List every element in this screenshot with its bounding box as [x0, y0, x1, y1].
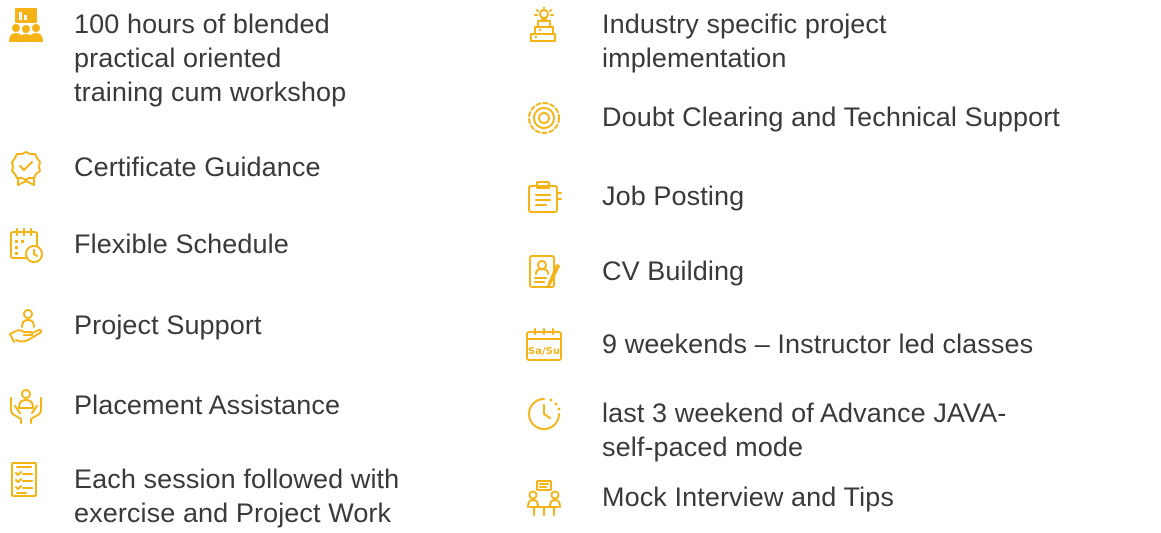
- feature-weekends: Sa/Su 9 weekends – Instructor led classe…: [526, 327, 1033, 363]
- feature-placement: Placement Assistance: [8, 388, 340, 424]
- job-clipboard-icon: [526, 179, 562, 215]
- calendar-clock-icon: [8, 227, 44, 263]
- feature-flexible-schedule: Flexible Schedule: [8, 227, 289, 263]
- feature-project-support: Project Support: [8, 308, 262, 344]
- feature-mock-interview: Mock Interview and Tips: [526, 480, 894, 516]
- clock-icon: [526, 396, 562, 432]
- group-training-icon: [8, 7, 44, 43]
- certificate-badge-icon: [8, 150, 44, 186]
- placement-hands-icon: [8, 388, 44, 424]
- feature-label: last 3 weekend of Advance JAVA- self-pac…: [602, 398, 1007, 462]
- feature-label: CV Building: [602, 256, 745, 286]
- weekend-calendar-icon: Sa/Su: [526, 327, 562, 363]
- cv-document-icon: [526, 254, 562, 290]
- feature-label: Certificate Guidance: [74, 152, 321, 182]
- feature-label: 9 weekends – Instructor led classes: [602, 329, 1034, 359]
- feature-session-exercise: Each session followed with exercise and …: [8, 462, 399, 530]
- feature-industry-project: Industry specific project implementation: [526, 7, 887, 75]
- feature-label: Each session followed with exercise and …: [74, 464, 400, 528]
- weekend-calendar-icon-text: Sa/Su: [528, 346, 560, 357]
- feature-certificate: Certificate Guidance: [8, 150, 321, 186]
- hand-person-icon: [8, 308, 44, 344]
- feature-label: Industry specific project implementation: [602, 9, 887, 73]
- feature-label: 100 hours of blended practical oriented …: [74, 9, 347, 107]
- feature-label: Placement Assistance: [74, 390, 341, 420]
- feature-training-hours: 100 hours of blended practical oriented …: [8, 7, 346, 109]
- checklist-document-icon: [8, 462, 44, 498]
- feature-self-paced: last 3 weekend of Advance JAVA- self-pac…: [526, 396, 1006, 464]
- gear-support-icon: [526, 100, 562, 136]
- feature-job-posting: Job Posting: [526, 179, 744, 215]
- feature-doubt-clearing: Doubt Clearing and Technical Support: [526, 100, 1060, 136]
- feature-cv-building: CV Building: [526, 254, 744, 290]
- idea-stack-icon: [526, 7, 562, 43]
- feature-label: Mock Interview and Tips: [602, 482, 894, 512]
- feature-label: Flexible Schedule: [74, 229, 289, 259]
- feature-label: Project Support: [74, 310, 262, 340]
- feature-label: Doubt Clearing and Technical Support: [602, 102, 1060, 132]
- interview-people-icon: [526, 480, 562, 516]
- feature-label: Job Posting: [602, 181, 745, 211]
